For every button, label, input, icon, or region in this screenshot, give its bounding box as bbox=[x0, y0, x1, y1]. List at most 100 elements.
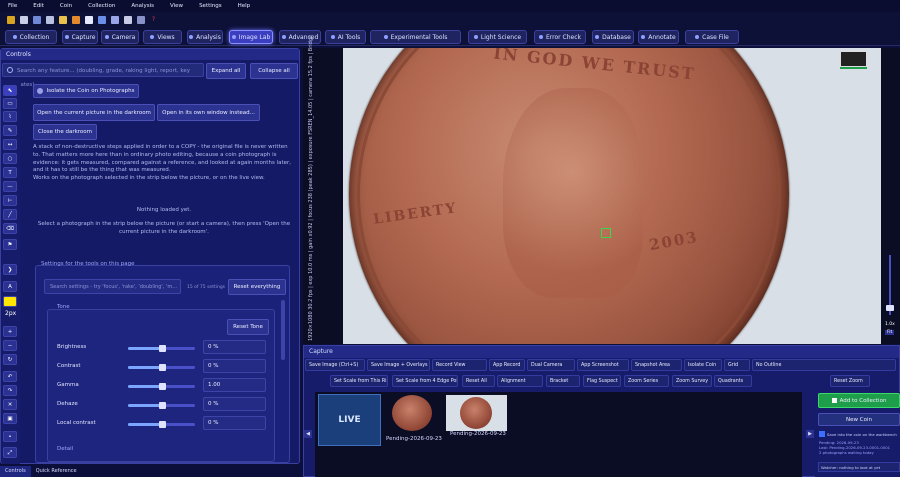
tab-case-file[interactable]: Case File bbox=[685, 30, 739, 44]
tab-collection[interactable]: Collection bbox=[5, 30, 57, 44]
text-tool-icon[interactable]: T bbox=[3, 167, 17, 178]
zoom-out-tool-icon[interactable]: − bbox=[3, 340, 17, 351]
capture-save-image-ctrl-s[interactable]: Save Image (Ctrl+S) bbox=[305, 359, 365, 371]
document-icon[interactable] bbox=[84, 16, 93, 24]
reset-everything-button[interactable]: Reset everything bbox=[228, 279, 286, 295]
line-tool-icon[interactable]: — bbox=[3, 181, 17, 192]
tab-ai-tools[interactable]: AI Tools bbox=[325, 30, 366, 44]
menu-item-file[interactable]: File bbox=[8, 3, 17, 9]
flag-tool-icon[interactable]: ⚑ bbox=[3, 239, 17, 250]
capture-zoom-series[interactable]: Zoom Series bbox=[624, 375, 669, 387]
lock-icon[interactable] bbox=[136, 16, 145, 24]
brightness-value-input[interactable]: 0 % bbox=[203, 340, 266, 354]
pointer-tool-icon[interactable]: ⬉ bbox=[3, 85, 17, 96]
gamma-value-input[interactable]: 1.00 bbox=[203, 378, 266, 392]
grid-icon[interactable] bbox=[123, 16, 132, 24]
open-folder-icon[interactable] bbox=[6, 16, 15, 24]
menu-item-coin[interactable]: Coin bbox=[60, 3, 72, 9]
gamma-slider-knob[interactable] bbox=[158, 383, 166, 390]
tab-annotate[interactable]: Annotate bbox=[638, 30, 679, 44]
bottom-tab-controls[interactable]: Controls bbox=[0, 466, 31, 477]
zoom-knob[interactable] bbox=[886, 305, 894, 311]
coin-photo[interactable]: IN GOD WE TRUST LIBERTY 2003 bbox=[343, 48, 881, 344]
brightness-slider[interactable] bbox=[128, 345, 195, 352]
capture-dual-camera[interactable]: Dual Camera bbox=[527, 359, 575, 371]
open-window-button[interactable]: Open in its own window instead... bbox=[157, 104, 260, 121]
menu-item-help[interactable]: Help bbox=[238, 3, 251, 9]
rotate-tool-icon[interactable]: ↻ bbox=[3, 354, 17, 365]
menu-item-settings[interactable]: Settings bbox=[199, 3, 222, 9]
focus-marker[interactable] bbox=[601, 228, 611, 238]
save-into-checkbox[interactable] bbox=[819, 431, 825, 437]
arrow-tool-icon[interactable]: ❯ bbox=[3, 264, 17, 275]
tab-analysis[interactable]: Analysis bbox=[187, 30, 223, 44]
type-tool-icon[interactable]: A bbox=[3, 281, 17, 292]
open-file-icon[interactable] bbox=[19, 16, 28, 24]
pen-tool-icon[interactable]: ✎ bbox=[3, 125, 17, 136]
isolate-coin-button[interactable]: Isolate the Coin on Photographs bbox=[33, 84, 139, 98]
minimap[interactable] bbox=[840, 51, 867, 67]
menu-item-view[interactable]: View bbox=[170, 3, 183, 9]
settings-search-input[interactable]: Search settings - try 'focus', 'rake', '… bbox=[44, 279, 181, 294]
tab-camera[interactable]: Camera bbox=[101, 30, 139, 44]
capture-alignment[interactable]: Alignment bbox=[497, 375, 543, 387]
capture-reset-zoom[interactable]: Reset Zoom bbox=[830, 375, 870, 387]
save-icon[interactable] bbox=[32, 16, 41, 24]
tab-light-science[interactable]: Light Science bbox=[468, 30, 527, 44]
tab-views[interactable]: Views bbox=[143, 30, 182, 44]
capture-flag-suspect[interactable]: Flag Suspect bbox=[583, 375, 621, 387]
tab-capture[interactable]: Capture bbox=[62, 30, 98, 44]
menu-item-collection[interactable]: Collection bbox=[88, 3, 115, 9]
local-contrast-slider[interactable] bbox=[128, 421, 195, 428]
capture-zoom-survey[interactable]: Zoom Survey bbox=[672, 375, 712, 387]
contrast-slider-knob[interactable] bbox=[158, 364, 166, 371]
tab-advanced[interactable]: Advanced bbox=[279, 30, 321, 44]
redo-icon[interactable]: ↷ bbox=[3, 385, 17, 396]
dehaze-slider-knob[interactable] bbox=[158, 402, 166, 409]
capture-snapshot-area[interactable]: Snapshot Area bbox=[631, 359, 682, 371]
expand-tool-icon[interactable]: ⤢ bbox=[3, 447, 17, 458]
contrast-slider[interactable] bbox=[128, 364, 195, 371]
home-icon[interactable] bbox=[110, 16, 119, 24]
capture-set-scale-from-this-ring[interactable]: Set Scale from This Ring bbox=[330, 375, 388, 387]
live-thumbnail[interactable]: LIVE bbox=[318, 394, 381, 446]
circle-tool-icon[interactable]: ○ bbox=[3, 153, 17, 164]
help-icon[interactable]: ? bbox=[150, 16, 158, 24]
capture-quadrants[interactable]: Quadrants bbox=[714, 375, 752, 387]
close-tool-icon[interactable]: ✕ bbox=[3, 399, 17, 410]
open-darkroom-button[interactable]: Open the current picture in the darkroom bbox=[33, 104, 155, 121]
capture-app-screenshot[interactable]: App Screenshot bbox=[577, 359, 629, 371]
thumbnail-2[interactable] bbox=[446, 395, 507, 431]
contrast-value-input[interactable]: 0 % bbox=[203, 359, 266, 373]
measure-tool-icon[interactable]: ↔ bbox=[3, 139, 17, 150]
capture-isolate-coin[interactable]: Isolate Coin bbox=[684, 359, 722, 371]
fit-button[interactable]: Fit bbox=[885, 330, 895, 335]
new-coin-button[interactable]: New Coin bbox=[818, 413, 900, 426]
lasso-tool-icon[interactable]: ⌇ bbox=[3, 111, 17, 122]
local-contrast-slider-knob[interactable] bbox=[158, 421, 166, 428]
report-icon[interactable] bbox=[97, 16, 106, 24]
brightness-slider-knob[interactable] bbox=[158, 345, 166, 352]
close-darkroom-button[interactable]: Close the darkroom bbox=[33, 124, 97, 140]
local-contrast-value-input[interactable]: 0 % bbox=[203, 416, 266, 430]
capture-no-outline[interactable]: No Outline bbox=[752, 359, 896, 371]
menu-item-analysis[interactable]: Analysis bbox=[131, 3, 154, 9]
dot-tool-icon[interactable]: • bbox=[3, 431, 17, 442]
add-to-collection-button[interactable]: Add to Collection bbox=[818, 393, 900, 408]
dehaze-value-input[interactable]: 0 % bbox=[203, 397, 266, 411]
frame-tool-icon[interactable]: ▣ bbox=[3, 413, 17, 424]
menu-item-edit[interactable]: Edit bbox=[33, 3, 44, 9]
dehaze-slider[interactable] bbox=[128, 402, 195, 409]
expand-all-button[interactable]: Expand all bbox=[206, 63, 246, 79]
tab-image-lab[interactable]: Image Lab bbox=[229, 30, 273, 44]
capture-reset-all[interactable]: Reset All bbox=[462, 375, 495, 387]
strip-scroll-left[interactable]: ◀ bbox=[304, 430, 312, 438]
undo-icon[interactable]: ↶ bbox=[3, 371, 17, 382]
capture-grid[interactable]: Grid bbox=[724, 359, 750, 371]
capture-bracket[interactable]: Bracket bbox=[546, 375, 580, 387]
ruler-tool-icon[interactable]: ⊢ bbox=[3, 195, 17, 206]
capture-set-scale-from-4-edge-points[interactable]: Set Scale from 4 Edge Points bbox=[392, 375, 458, 387]
brush-tool-icon[interactable]: ╱ bbox=[3, 209, 17, 220]
select-tool-icon[interactable]: ▭ bbox=[3, 98, 17, 109]
eraser-tool-icon[interactable]: ⌫ bbox=[3, 223, 17, 234]
